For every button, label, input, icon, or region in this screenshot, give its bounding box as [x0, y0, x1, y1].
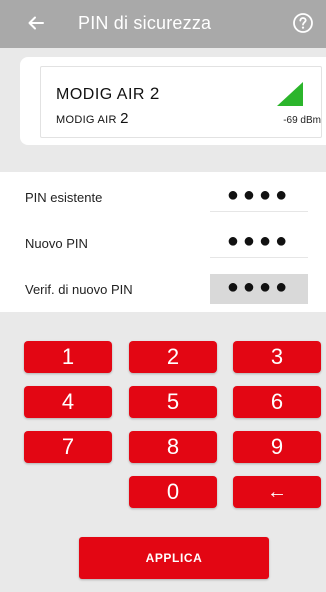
arrow-left-icon — [28, 16, 44, 30]
key-3[interactable]: 3 — [233, 341, 321, 373]
device-model-text: MODIG AIR — [56, 114, 117, 126]
device-card[interactable]: MODIG AIR 2 MODIG AIR 2 -69 dBm — [40, 66, 322, 138]
back-button[interactable] — [22, 9, 50, 37]
help-circle-icon — [293, 13, 313, 33]
backspace-key[interactable]: ← — [233, 476, 321, 508]
key-0[interactable]: 0 — [129, 476, 217, 508]
new-pin-field[interactable]: ●●●● — [210, 228, 308, 258]
device-panel: MODIG AIR 2 MODIG AIR 2 -69 dBm — [20, 57, 326, 145]
numeric-keypad: 1 2 3 4 5 6 7 8 9 0 ← APPLICA — [0, 312, 326, 592]
existing-pin-field[interactable]: ●●●● — [210, 182, 308, 212]
key-2[interactable]: 2 — [129, 341, 217, 373]
signal-strength-icon — [277, 82, 303, 106]
page-title: PIN di sicurezza — [78, 13, 212, 33]
key-5[interactable]: 5 — [129, 386, 217, 418]
help-button[interactable] — [292, 12, 314, 34]
verify-pin-row: Verif. di nuovo PIN ●●●● — [0, 266, 326, 312]
key-8[interactable]: 8 — [129, 431, 217, 463]
new-pin-label: Nuovo PIN — [25, 236, 88, 251]
device-model: MODIG AIR 2 — [56, 110, 129, 127]
key-4[interactable]: 4 — [24, 386, 112, 418]
key-6[interactable]: 6 — [233, 386, 321, 418]
device-model-number: 2 — [120, 110, 129, 127]
existing-pin-label: PIN esistente — [25, 190, 103, 205]
key-7[interactable]: 7 — [24, 431, 112, 463]
existing-pin-row: PIN esistente ●●●● — [0, 174, 326, 220]
apply-button[interactable]: APPLICA — [79, 537, 269, 579]
key-1[interactable]: 1 — [24, 341, 112, 373]
signal-strength-value: -69 dBm — [283, 115, 321, 126]
verify-pin-field[interactable]: ●●●● — [210, 274, 308, 304]
new-pin-row: Nuovo PIN ●●●● — [0, 220, 326, 266]
device-name-text: MODIG AIR — [56, 86, 145, 103]
pin-form: PIN esistente ●●●● Nuovo PIN ●●●● Verif.… — [0, 172, 326, 312]
verify-pin-label: Verif. di nuovo PIN — [25, 282, 133, 297]
device-name: MODIG AIR 2 — [56, 84, 160, 104]
device-name-number: 2 — [149, 84, 160, 103]
key-9[interactable]: 9 — [233, 431, 321, 463]
app-bar: PIN di sicurezza — [0, 0, 326, 48]
